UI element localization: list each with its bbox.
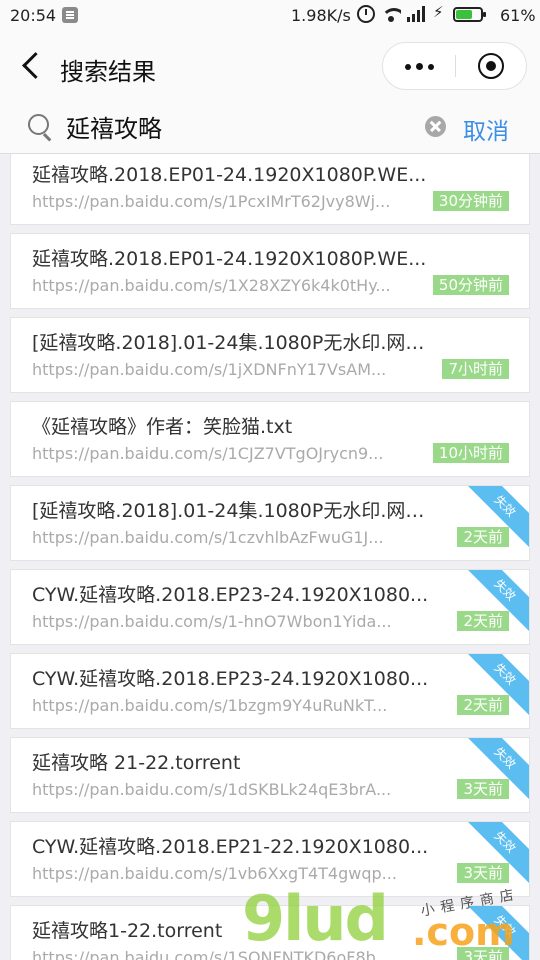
app-notification-icon [62, 7, 78, 23]
result-url: https://pan.baidu.com/s/1PcxIMrT62Jvy8Wj… [32, 192, 391, 211]
wifi-icon [381, 6, 401, 22]
result-title: CYW.延禧攻略.2018.EP23-24.1920X1080... [32, 668, 429, 690]
app-root: 20:54 1.98K/s 61% 搜索结果 取消 延禧攻略. [0, 0, 540, 960]
time-badge: 2天前 [457, 527, 509, 547]
result-title: 延禧攻略.2018.EP01-24.1920X1080P.WE... [32, 164, 427, 186]
time-badge: 30分钟前 [432, 191, 509, 211]
result-title: 《延禧攻略》作者：笑脸猫.txt [32, 416, 293, 438]
more-menu-button[interactable] [383, 43, 455, 89]
result-item[interactable]: 延禧攻略1-22.torrent https://pan.baidu.com/s/… [10, 905, 530, 960]
page-title: 搜索结果 [60, 58, 156, 86]
result-url: https://pan.baidu.com/s/1CJZ7VTgOJrycn9.… [32, 444, 384, 463]
charging-icon [433, 3, 447, 23]
close-mini-program-icon[interactable] [456, 43, 528, 89]
result-title: 延禧攻略1-22.torrent [32, 920, 223, 942]
time-badge: 50分钟前 [432, 275, 509, 295]
result-title: CYW.延禧攻略.2018.EP21-22.1920X1080... [32, 836, 429, 858]
title-bar: 搜索结果 [0, 32, 540, 98]
result-url: https://pan.baidu.com/s/1bzgm9Y4uRuNkT..… [32, 696, 388, 715]
back-icon[interactable] [8, 48, 48, 84]
time-badge: 3天前 [457, 947, 509, 960]
result-title: CYW.延禧攻略.2018.EP23-24.1920X1080... [32, 584, 429, 606]
status-icons [357, 3, 486, 23]
battery-icon [453, 6, 486, 22]
time-badge: 7小时前 [442, 359, 509, 379]
result-item[interactable]: 延禧攻略.2018.EP01-24.1920X1080P.WE... https:… [10, 154, 530, 225]
network-speed: 1.98K/s [291, 6, 351, 25]
time-badge: 3天前 [457, 863, 509, 883]
result-item[interactable]: 延禧攻略.2018.EP01-24.1920X1080P.WE... https:… [10, 233, 530, 309]
result-url: https://pan.baidu.com/s/1-hnO7Wbon1Yida.… [32, 612, 392, 631]
result-title: 延禧攻略 21-22.torrent [32, 752, 241, 774]
search-input[interactable] [66, 108, 406, 144]
search-icon [26, 112, 54, 140]
result-item[interactable]: 《延禧攻略》作者：笑脸猫.txt https://pan.baidu.com/s/… [10, 401, 530, 477]
time-badge: 10小时前 [432, 443, 509, 463]
result-title: [延禧攻略.2018].01-24集.1080P无水印.网盘... [32, 500, 432, 522]
result-item[interactable]: CYW.延禧攻略.2018.EP23-24.1920X1080... https:… [10, 653, 530, 729]
result-item[interactable]: [延禧攻略.2018].01-24集.1080P无水印.网盘... https:/… [10, 317, 530, 393]
time-badge: 2天前 [457, 695, 509, 715]
result-url: https://pan.baidu.com/s/1SONFNTKD6oF8b..… [32, 948, 392, 960]
signal-icon [407, 6, 427, 22]
result-url: https://pan.baidu.com/s/1jXDNFnY17VsAM..… [32, 360, 387, 379]
result-item[interactable]: CYW.延禧攻略.2018.EP21-22.1920X1080... https:… [10, 821, 530, 897]
result-url: https://pan.baidu.com/s/1vb6XxgT4T4gwqp.… [32, 864, 397, 883]
result-item[interactable]: 延禧攻略 21-22.torrent https://pan.baidu.com/… [10, 737, 530, 813]
result-item[interactable]: CYW.延禧攻略.2018.EP23-24.1920X1080... https:… [10, 569, 530, 645]
mini-program-capsule [382, 42, 527, 90]
status-bar: 20:54 1.98K/s 61% [0, 0, 540, 32]
battery-percent: 61% [500, 6, 536, 25]
result-item[interactable]: [延禧攻略.2018].01-24集.1080P无水印.网盘... https:/… [10, 485, 530, 561]
search-bar: 取消 [0, 98, 540, 154]
status-time: 20:54 [10, 6, 57, 25]
time-badge: 3天前 [457, 779, 509, 799]
cancel-button[interactable]: 取消 [463, 112, 509, 146]
result-url: https://pan.baidu.com/s/1X28XZY6k4k0tHy.… [32, 276, 391, 295]
result-url: https://pan.baidu.com/s/1czvhlbAzFwuG1J.… [32, 528, 384, 547]
result-url: https://pan.baidu.com/s/1dSKBLk24qE3brA.… [32, 780, 392, 799]
result-list[interactable]: 延禧攻略.2018.EP01-24.1920X1080P.WE... https:… [0, 154, 540, 960]
time-badge: 2天前 [457, 611, 509, 631]
result-title: 延禧攻略.2018.EP01-24.1920X1080P.WE... [32, 248, 427, 270]
result-title: [延禧攻略.2018].01-24集.1080P无水印.网盘... [32, 332, 432, 354]
alarm-icon [357, 5, 375, 23]
clear-input-icon[interactable] [425, 116, 446, 137]
